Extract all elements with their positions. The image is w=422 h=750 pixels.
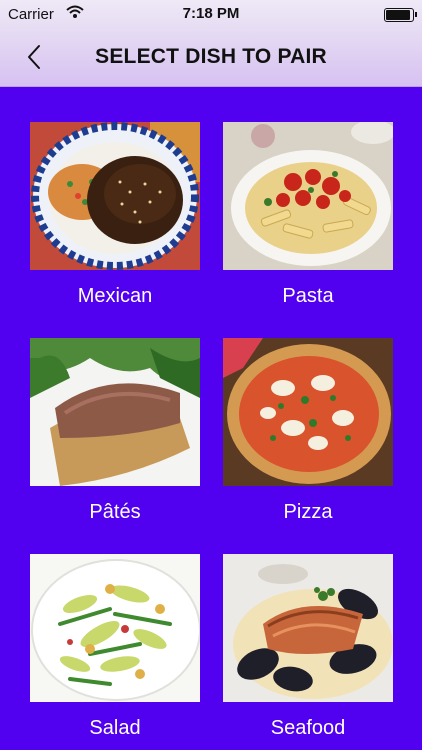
status-time: 7:18 PM [182,5,240,22]
dish-label-mexican: Mexican [77,285,153,307]
pates-dish-image [30,338,200,486]
status-bar: Carrier 7:18 PM [0,0,422,30]
pizza-dish-image [223,338,393,486]
dish-card-seafood[interactable]: Seafood [223,554,393,740]
dish-label-pasta: Pasta [282,285,334,307]
page-title: SELECT DISH TO PAIR [95,45,327,68]
dish-card-salad[interactable]: Salad [30,554,200,740]
dish-card-pates[interactable]: Pâtés [30,338,200,524]
pasta-dish-image [223,122,393,270]
dish-label-seafood: Seafood [270,717,346,739]
navigation-bar: SELECT DISH TO PAIR [0,30,422,87]
dish-card-pasta[interactable]: Pasta [223,122,393,308]
seafood-dish-image [223,554,393,702]
dish-card-mexican[interactable]: Mexican [30,122,200,308]
dish-card-pizza[interactable]: Pizza [223,338,393,524]
dish-grid: Mexican Pasta Pâtés Pizza Salad Seafood [0,87,422,750]
battery-icon [384,8,417,22]
dish-label-pates: Pâtés [89,501,141,523]
dish-label-salad: Salad [89,717,141,739]
mexican-dish-image [30,122,200,270]
dish-label-pizza: Pizza [283,501,333,523]
salad-dish-image [30,554,200,702]
